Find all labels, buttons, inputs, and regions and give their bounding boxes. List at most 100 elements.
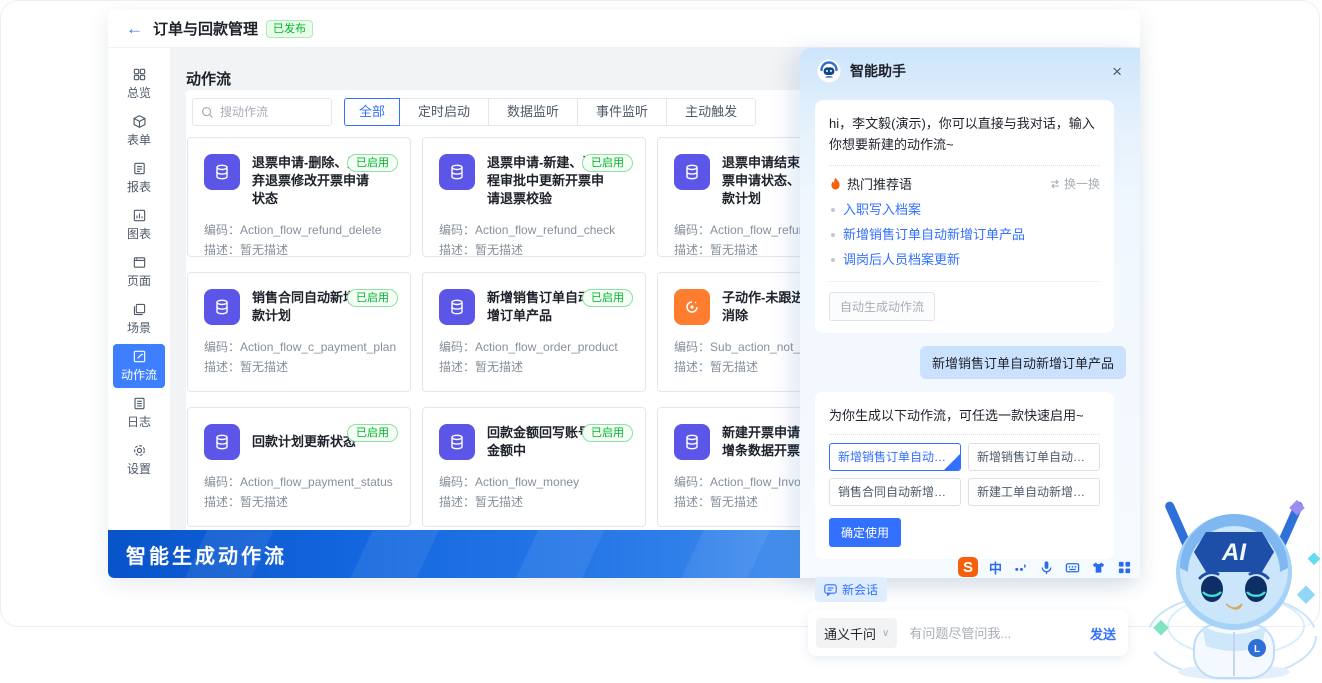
card-desc: 描述：暂无描述 [204, 357, 398, 377]
send-button[interactable]: 发送 [1090, 624, 1116, 643]
ai-body: hi，李文毅(演示)，你可以直接与我对话，输入你想要新建的动作流~ 热门推荐语 … [800, 94, 1140, 578]
database-icon [674, 154, 710, 190]
flow-option[interactable]: 销售合同自动新增回款计划 [829, 478, 961, 506]
flame-icon [829, 177, 842, 191]
user-message-row: 新增销售订单自动新增订单产品 [815, 346, 1126, 379]
card-code: 编码：Action_flow_order_product [439, 337, 633, 357]
flow-card[interactable]: 退票申请-删除、废弃退票修改开票申请状态 已启用 编码：Action_flow_… [187, 137, 411, 257]
enabled-badge: 已启用 [347, 289, 398, 307]
assistant-greeting-card: hi，李文毅(演示)，你可以直接与我对话，输入你想要新建的动作流~ 热门推荐语 … [815, 100, 1114, 333]
mascot-badge-label: L [1254, 644, 1260, 655]
sidebar-item-charts[interactable]: 图表 [113, 203, 165, 247]
tab-timed-start[interactable]: 定时启动 [399, 98, 489, 126]
sogou-logo-icon[interactable]: S [958, 557, 978, 577]
ai-assistant-panel: 智能助手 × hi，李文毅(演示)，你可以直接与我对话，输入你想要新建的动作流~… [800, 48, 1140, 578]
search-icon [201, 106, 214, 119]
auto-generate-button[interactable]: 自动生成动作流 [829, 292, 935, 321]
flow-card[interactable]: 退票申请-新建、流程审批中更新开票申请退票校验 已启用 编码：Action_fl… [422, 137, 646, 257]
language-icon[interactable]: 中 [989, 558, 1002, 577]
tab-all[interactable]: 全部 [344, 98, 400, 126]
enabled-badge: 已启用 [582, 424, 633, 442]
flow-card[interactable]: 销售合同自动新增回款计划 已启用 编码：Action_flow_c_paymen… [187, 272, 411, 392]
ai-title: 智能助手 [850, 61, 906, 81]
sidebar-label: 日志 [127, 413, 151, 430]
sidebar: 总览 表单 报表 图表 页面 场景 [108, 48, 170, 578]
skin-tshirt-icon[interactable] [1091, 560, 1106, 575]
sidebar-item-logs[interactable]: 日志 [113, 391, 165, 435]
sidebar-item-forms[interactable]: 表单 [113, 109, 165, 153]
sidebar-item-action-flow[interactable]: 动作流 [113, 344, 165, 388]
flow-card[interactable]: 新增销售订单自动新增订单产品 已启用 编码：Action_flow_order_… [422, 272, 646, 392]
back-arrow-icon[interactable]: ← [126, 19, 143, 39]
sidebar-label: 表单 [127, 131, 151, 148]
tab-data-listen[interactable]: 数据监听 [488, 98, 578, 126]
target-action-icon [674, 289, 710, 325]
card-code: 编码：Action_flow_refund_delete [204, 220, 398, 240]
greeting-text: hi，李文毅(演示)，你可以直接与我对话，输入你想要新建的动作流~ [829, 113, 1100, 155]
search-box[interactable] [192, 98, 332, 126]
sidebar-item-reports[interactable]: 报表 [113, 156, 165, 200]
mascot-ai-label: AI [1221, 539, 1247, 566]
enabled-badge: 已启用 [582, 289, 633, 307]
sidebar-item-pages[interactable]: 页面 [113, 250, 165, 294]
log-icon [132, 396, 147, 411]
sidebar-label: 动作流 [121, 366, 157, 383]
suggestion-link[interactable]: 新增销售订单自动新增订单产品 [829, 222, 1100, 247]
eye-left [1201, 576, 1223, 602]
bullet [831, 258, 835, 262]
flow-option[interactable]: 新增销售订单自动新增订单产品 [968, 443, 1100, 471]
card-desc: 描述：暂无描述 [204, 240, 398, 260]
gear-icon [132, 443, 147, 458]
hot-suggestions-header: 热门推荐语 换一换 [829, 174, 1100, 193]
new-chat-button[interactable]: 新会话 [815, 577, 887, 602]
card-desc: 描述：暂无描述 [439, 357, 633, 377]
flow-option[interactable]: 新建工单自动新增一条业务工单 [968, 478, 1100, 506]
card-desc: 描述：暂无描述 [439, 240, 633, 260]
sidebar-label: 报表 [127, 178, 151, 195]
refresh-suggestions[interactable]: 换一换 [1049, 175, 1100, 192]
enabled-badge: 已启用 [347, 424, 398, 442]
toolbox-grid-icon[interactable] [1117, 560, 1132, 575]
database-icon [439, 424, 475, 460]
banner-title: 智能生成动作流 [126, 540, 287, 569]
suggestion-link[interactable]: 调岗后人员档案更新 [829, 247, 1100, 272]
eye-right [1245, 576, 1267, 602]
voice-dots-icon[interactable] [1013, 560, 1028, 575]
keyboard-icon[interactable] [1065, 560, 1080, 575]
sidebar-label: 图表 [127, 225, 151, 242]
chart-icon [132, 208, 147, 223]
flow-option-grid: 新增销售订单自动新增订单产品✓ 新增销售订单自动新增订单产品 销售合同自动新增回… [829, 443, 1100, 506]
sidebar-item-overview[interactable]: 总览 [113, 62, 165, 106]
flow-edit-icon [132, 349, 147, 364]
microphone-icon[interactable] [1039, 560, 1054, 575]
database-icon [439, 154, 475, 190]
model-select[interactable]: 通义千问∨ [816, 618, 897, 648]
ai-header: 智能助手 × [800, 48, 1140, 94]
divider [829, 281, 1100, 282]
flow-option-selected[interactable]: 新增销售订单自动新增订单产品✓ [829, 443, 961, 471]
sidebar-item-settings[interactable]: 设置 [113, 438, 165, 482]
card-desc: 描述：暂无描述 [439, 492, 633, 512]
filter-tabs: 全部 定时启动 数据监听 事件监听 主动触发 [344, 98, 756, 126]
tab-manual-trigger[interactable]: 主动触发 [666, 98, 756, 126]
published-badge: 已发布 [266, 20, 313, 38]
chat-input[interactable] [909, 626, 1090, 641]
layers-icon [132, 302, 147, 317]
divider [829, 434, 1100, 435]
flow-card[interactable]: 回款计划更新状态 已启用 编码：Action_flow_payment_stat… [187, 407, 411, 527]
sidebar-item-scenes[interactable]: 场景 [113, 297, 165, 341]
swap-icon [1049, 178, 1061, 190]
ai-mascot[interactable]: L AI [1144, 476, 1322, 681]
sidebar-label: 总览 [127, 84, 151, 101]
page-title: 动作流 [186, 68, 231, 89]
card-code: 编码：Action_flow_money [439, 472, 633, 492]
confirm-use-button[interactable]: 确定使用 [829, 518, 901, 547]
tab-event-listen[interactable]: 事件监听 [577, 98, 667, 126]
chat-input-bar: 通义千问∨ 发送 [808, 610, 1128, 656]
suggestion-link[interactable]: 入职写入档案 [829, 197, 1100, 222]
card-desc: 描述：暂无描述 [204, 492, 398, 512]
search-input[interactable] [220, 105, 320, 119]
close-icon[interactable]: × [1112, 63, 1122, 80]
flow-card[interactable]: 回款金额回写账号总金额中 已启用 编码：Action_flow_money 描述… [422, 407, 646, 527]
divider [829, 165, 1100, 166]
